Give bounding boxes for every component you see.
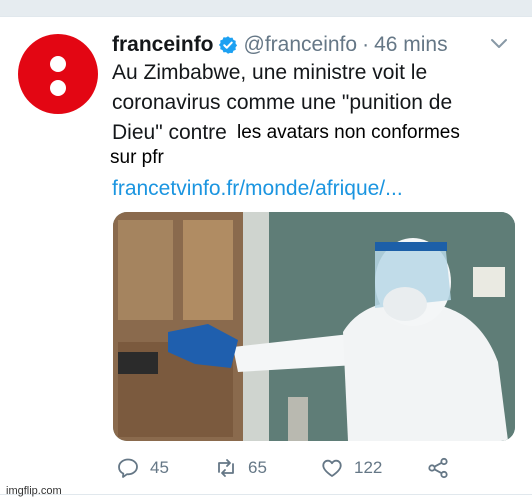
share-icon: [428, 457, 448, 479]
overlay-caption-line-1: les avatars non conformes: [237, 121, 460, 145]
photo-door-panel-right: [183, 220, 233, 320]
top-strip: [0, 0, 532, 16]
verified-icon: [218, 36, 237, 54]
retweet-count: 65: [248, 458, 267, 477]
reply-count: 45: [150, 458, 169, 477]
avatar[interactable]: [18, 34, 98, 114]
tweet-actions: 45 65 122: [112, 453, 472, 483]
photo-wall-sign: [473, 267, 505, 297]
photo-door-frame: [243, 212, 269, 441]
chevron-down-icon[interactable]: [490, 38, 508, 50]
like-button[interactable]: 122: [320, 453, 382, 483]
tweet-text-line-2: coronavirus comme une "punition de: [112, 91, 453, 114]
share-button[interactable]: [426, 453, 450, 483]
tweet-text-line-3: Dieu" contre: [112, 121, 227, 144]
photo-mask: [383, 287, 427, 321]
tweet-photo-graphic: [113, 212, 515, 441]
photo-door-handle: [118, 352, 158, 374]
timestamp[interactable]: 46 mins: [374, 33, 448, 57]
photo-stand: [288, 397, 308, 441]
logo-dot-bottom: [50, 80, 66, 96]
tweet-header: franceinfo @franceinfo · 46 mins: [112, 30, 448, 60]
bottom-divider: [0, 494, 532, 495]
logo-dot-top: [50, 56, 66, 72]
like-count: 122: [354, 458, 383, 477]
reply-button[interactable]: 45: [116, 453, 169, 483]
photo-shield-band: [375, 242, 447, 251]
overlay-caption-line-2: sur pfr: [110, 146, 164, 170]
watermark: imgflip.com: [6, 485, 62, 497]
article-link[interactable]: francetvinfo.fr/monde/afrique/...: [112, 174, 403, 204]
display-name[interactable]: franceinfo: [112, 33, 214, 57]
heart-icon: [322, 459, 342, 477]
photo-door-panel-left: [118, 220, 173, 320]
top-divider: [0, 16, 532, 17]
tweet-photo[interactable]: [113, 212, 515, 441]
reply-icon: [118, 458, 138, 478]
handle[interactable]: @franceinfo: [244, 33, 358, 57]
tweet-text-line-1: Au Zimbabwe, une ministre voit le: [112, 61, 428, 84]
retweet-icon: [218, 459, 234, 477]
retweet-button[interactable]: 65: [214, 453, 267, 483]
separator: ·: [362, 33, 370, 56]
